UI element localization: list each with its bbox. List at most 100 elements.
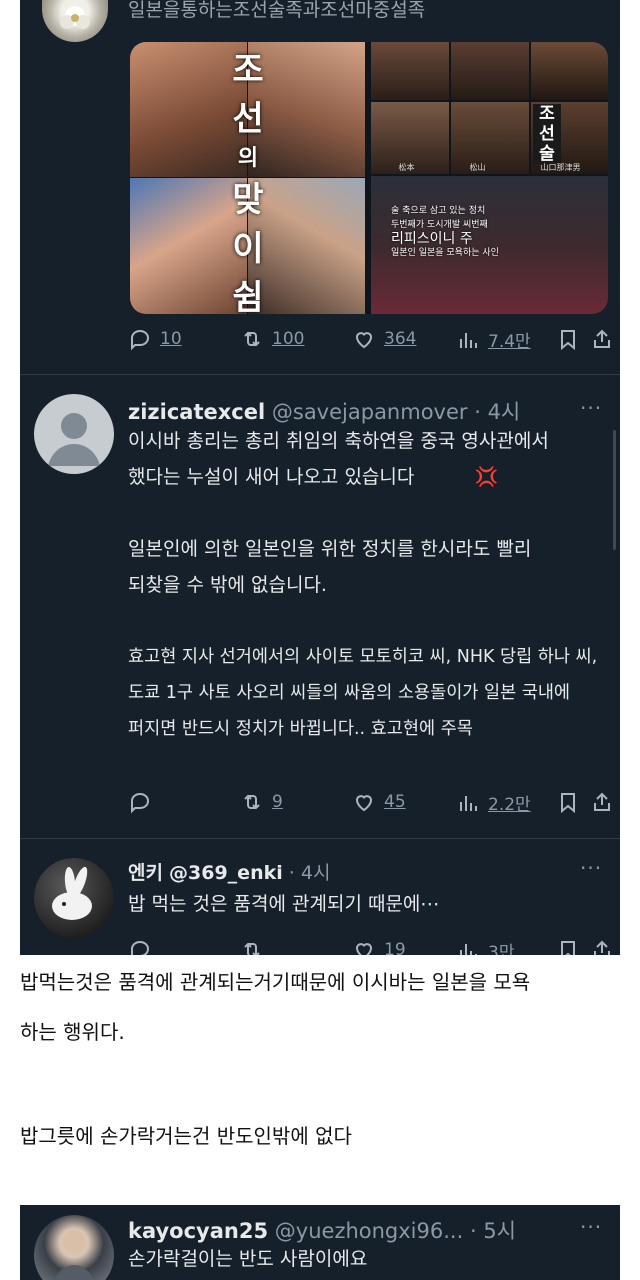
views-icon	[460, 943, 477, 955]
divider	[20, 374, 620, 375]
views-button[interactable]: 2.2만	[456, 790, 531, 815]
bookmark-button[interactable]	[556, 938, 580, 955]
repost-count: 9	[272, 792, 283, 812]
bookmark-icon	[561, 941, 575, 955]
heart-icon	[355, 943, 373, 955]
photo-label: 松山	[469, 163, 486, 172]
post2-avatar[interactable]	[34, 394, 114, 474]
reply-icon	[131, 940, 150, 955]
default-profile-icon	[48, 413, 100, 466]
post4-text: 손가락걸이는 반도 사람이에요	[128, 1248, 368, 1270]
scrollbar[interactable]	[613, 430, 616, 550]
views-count: 2.2만	[488, 795, 531, 815]
bookmark-button[interactable]	[556, 790, 580, 814]
share-button[interactable]	[590, 790, 614, 814]
anger-emoji: 💢	[474, 466, 499, 488]
overlay-char: 술	[539, 144, 555, 164]
post2-header: zizicatexcel @savejapanmover · 4시	[128, 396, 520, 426]
reply-button[interactable]: 10	[128, 327, 182, 351]
overlay-char: 조	[539, 104, 555, 124]
more-options-button[interactable]: ···	[580, 856, 602, 880]
like-count: 19	[384, 940, 406, 955]
top-post-avatar[interactable]	[42, 0, 108, 42]
post2-text: 이시바 총리는 총리 취임의 축하연을 중국 영사관에서 했다는 누설이 새어 …	[128, 423, 597, 747]
caption-line: 밥그릇에 손가락거는건 반도인밖에 없다	[20, 1124, 352, 1148]
food-photo-collage: 조 선 의 맞 이 쉼	[130, 42, 365, 314]
repost-icon	[244, 942, 260, 955]
photo-label: 山口那津男	[540, 163, 581, 172]
post3-avatar[interactable]	[34, 858, 114, 938]
text-line: 효고현 지사 선거에서의 사이토 모토히코 씨, NHK 당립 하나 씨,	[128, 647, 598, 667]
reply-button[interactable]	[128, 790, 160, 814]
views-button[interactable]: 3만	[456, 938, 514, 955]
like-count: 45	[384, 792, 406, 812]
heart-icon	[355, 332, 373, 349]
share-icon	[594, 329, 610, 348]
author-name[interactable]: 엔키	[128, 862, 163, 884]
share-icon	[594, 792, 610, 811]
author-handle[interactable]: @yuezhongxi96...	[275, 1219, 464, 1243]
overlay-char: 조	[232, 50, 264, 90]
politician-photo-collage: 조 선 술 술 축으로 삼고 있는 정치 두번째가 도시개발 씨번째 리피스이니…	[371, 42, 608, 314]
post2-actions: 9 45 2.2만	[128, 790, 610, 820]
post3-text: 밥 먹는 것은 품격에 관계되기 때문에⋯	[128, 893, 440, 915]
overlay-line: 일본인 일본을 모욕하는 사인	[391, 248, 499, 258]
text-line: 이시바 총리는 총리 취임의 축하연을 중국 영사관에서	[128, 430, 549, 452]
repost-button[interactable]: 9	[240, 790, 283, 814]
author-name[interactable]: kayocyan25	[128, 1219, 268, 1243]
reply-icon	[131, 329, 150, 351]
more-options-button[interactable]: ···	[580, 396, 602, 420]
like-button[interactable]: 364	[352, 327, 416, 351]
share-button[interactable]	[590, 938, 614, 955]
overlay-char: 맞	[232, 180, 264, 220]
views-count: 3만	[488, 943, 515, 955]
caption-line: 밥먹는것은 품격에 관계되는거기때문에 이시바는 일본을 모욕	[20, 970, 531, 994]
top-post-text: 일본을통하는조선술족과조선마중설족	[128, 0, 426, 21]
text-line	[128, 603, 597, 639]
like-button[interactable]: 19	[352, 938, 406, 955]
bookmark-icon	[561, 793, 575, 814]
bookmark-icon	[561, 330, 575, 351]
caption-line: 하는 행위다.	[20, 1020, 125, 1044]
overlay-char: 선	[539, 124, 555, 144]
views-icon	[460, 332, 477, 348]
overlay-char: 이	[232, 229, 264, 269]
text-line: 도쿄 1구 사토 사오리 씨들의 싸움의 소용돌이가 일본 국내에	[128, 683, 571, 703]
author-name[interactable]: zizicatexcel	[128, 400, 265, 424]
text-line: 되찾을 수 밖에 없습니다.	[128, 574, 327, 596]
reply-count: 10	[160, 329, 182, 349]
overlay-char: 선	[232, 99, 264, 139]
repost-icon	[244, 331, 260, 347]
overlay-line: 두번째가 도시개발 씨번째	[391, 220, 488, 230]
reply-button[interactable]	[128, 938, 152, 955]
views-button[interactable]: 7.4만	[456, 327, 531, 352]
repost-button[interactable]: 100	[240, 327, 304, 351]
like-count: 364	[384, 329, 417, 349]
overlay-char: 쉼	[232, 278, 264, 314]
top-post-actions: 10 100 364 7.4만	[128, 327, 610, 357]
text-line: 퍼지면 반드시 정치가 바뀝니다.. 효고현에 주목	[128, 719, 473, 739]
post-media-collage[interactable]: 조 선 의 맞 이 쉼 조 선 술 술 축으로 삼고 있는 정치 두번째가 도시…	[130, 42, 608, 314]
views-count: 7.4만	[488, 332, 531, 352]
post3-actions: 19 3만	[128, 938, 610, 955]
bookmark-button[interactable]	[556, 327, 580, 351]
author-handle[interactable]: @369_enki	[169, 862, 283, 884]
post-time: · 4시	[474, 400, 521, 424]
post3-header: 엔키 @369_enki · 4시	[128, 858, 330, 885]
overlay-line: 술 축으로 삼고 있는 정치	[391, 206, 486, 216]
more-options-button[interactable]: ···	[580, 1215, 602, 1239]
author-handle[interactable]: @savejapanmover	[272, 400, 468, 424]
flower-icon	[60, 6, 90, 29]
views-icon	[460, 795, 477, 811]
text-line	[128, 495, 597, 531]
post4-avatar[interactable]	[34, 1215, 114, 1280]
post-time: · 4시	[288, 862, 331, 884]
repost-button[interactable]	[240, 938, 264, 955]
repost-count: 100	[272, 329, 305, 349]
divider	[20, 838, 620, 839]
overlay-char: 의	[237, 146, 259, 171]
share-button[interactable]	[590, 327, 614, 351]
repost-icon	[244, 794, 260, 810]
reply-icon	[131, 792, 150, 814]
like-button[interactable]: 45	[352, 790, 406, 814]
